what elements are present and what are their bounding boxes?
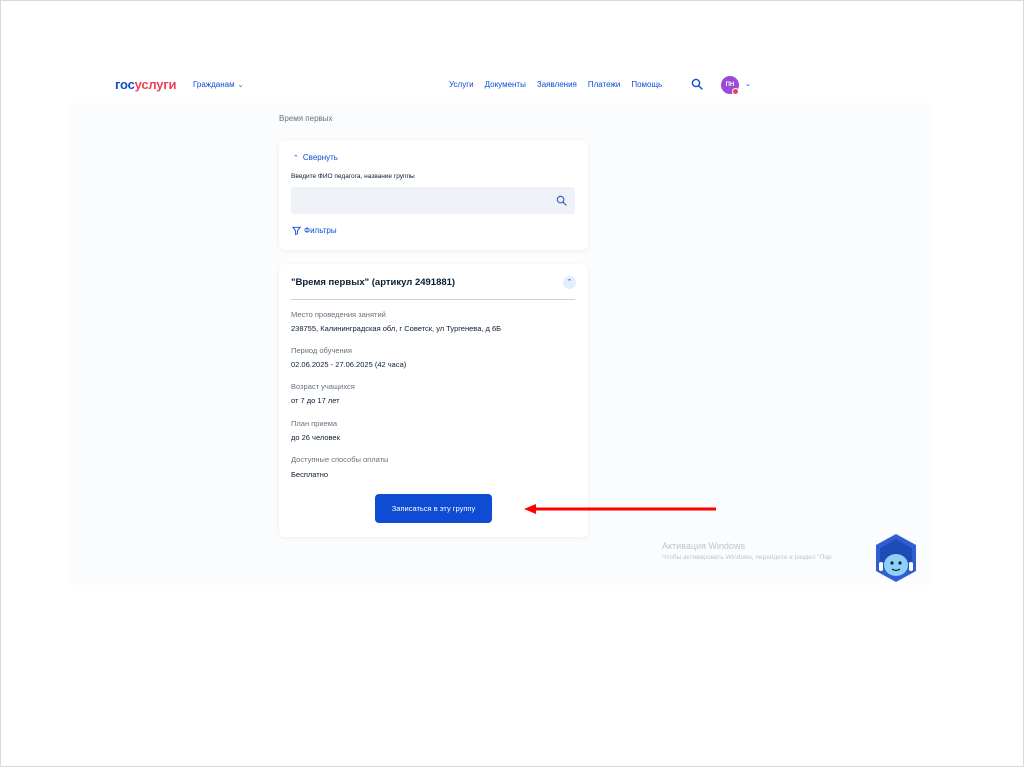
collapse-label: Свернуть bbox=[302, 153, 338, 162]
field-value-admission: до 26 человек bbox=[291, 433, 340, 442]
collapse-filter-link[interactable]: ⌃ Свернуть bbox=[293, 153, 338, 162]
search-field-label: Введите ФИО педагога, название группы bbox=[291, 173, 415, 180]
audience-menu-label: Гражданам bbox=[193, 80, 235, 89]
search-icon[interactable] bbox=[691, 78, 703, 90]
field-label-location: Место проведения занятий bbox=[291, 310, 386, 319]
chevron-down-icon: ⌄ bbox=[237, 82, 244, 89]
divider bbox=[291, 299, 575, 300]
chevron-up-icon: ⌃ bbox=[566, 279, 573, 286]
browser-screen: госуслуги Гражданам ⌄ Услуги Документы За… bbox=[67, 67, 932, 585]
search-input[interactable] bbox=[291, 187, 575, 214]
group-card: "Время первых" (артикул 2491881) ⌃ Место… bbox=[279, 264, 588, 537]
avatar-initials: ПН bbox=[725, 82, 735, 88]
search-icon[interactable] bbox=[556, 195, 567, 206]
windows-activation-watermark: Активация Windows Чтобы активировать Win… bbox=[662, 541, 832, 561]
filters-button[interactable]: Фильтры bbox=[292, 226, 337, 235]
notification-dot bbox=[732, 88, 739, 95]
field-label-payment: Доступные способы оплаты bbox=[291, 455, 389, 464]
chevron-up-icon: ⌃ bbox=[293, 155, 299, 162]
logo-part-uslugi: услуги bbox=[134, 77, 177, 92]
gosuslugi-logo[interactable]: госуслуги bbox=[115, 77, 177, 92]
main-nav: Услуги Документы Заявления Платежи Помощ… bbox=[449, 80, 662, 89]
collapse-card-button[interactable]: ⌃ bbox=[563, 276, 576, 289]
arrow-annotation bbox=[524, 504, 716, 514]
field-value-location: 238755, Калининградская обл, г Советск, … bbox=[291, 324, 502, 333]
field-value-period: 02.06.2025 - 27.06.2025 (42 часа) bbox=[291, 360, 407, 369]
logo-part-gos: гос bbox=[115, 77, 135, 92]
breadcrumb[interactable]: Время первых bbox=[279, 114, 333, 123]
nav-item-payments[interactable]: Платежи bbox=[588, 80, 620, 89]
filter-panel: ⌃ Свернуть Введите ФИО педагога, название… bbox=[279, 140, 588, 250]
group-title: "Время первых" (артикул 2491881) bbox=[291, 277, 456, 288]
field-label-age: Возраст учащихся bbox=[291, 382, 355, 391]
field-value-age: от 7 до 17 лет bbox=[291, 396, 340, 405]
assistant-robot-icon[interactable] bbox=[873, 532, 919, 584]
watermark-title: Активация Windows bbox=[662, 541, 745, 551]
field-value-payment: Бесплатно bbox=[291, 470, 329, 479]
audience-menu[interactable]: Гражданам ⌄ bbox=[193, 80, 244, 89]
nav-item-applications[interactable]: Заявления bbox=[537, 80, 577, 89]
chevron-down-icon[interactable]: ⌄ bbox=[745, 80, 751, 88]
enroll-button[interactable]: Записаться в эту группу bbox=[375, 494, 492, 523]
nav-item-help[interactable]: Помощь bbox=[631, 80, 662, 89]
field-label-admission: План приема bbox=[291, 419, 338, 428]
nav-item-documents[interactable]: Документы bbox=[485, 80, 526, 89]
filters-label: Фильтры bbox=[304, 226, 337, 235]
nav-item-services[interactable]: Услуги bbox=[449, 80, 474, 89]
field-label-period: Период обучения bbox=[291, 346, 352, 355]
filter-icon bbox=[292, 226, 301, 235]
watermark-subtitle: Чтобы активировать Windows, перейдите в … bbox=[662, 554, 832, 561]
top-navigation-bar: госуслуги Гражданам ⌄ Услуги Документы За… bbox=[67, 67, 932, 103]
